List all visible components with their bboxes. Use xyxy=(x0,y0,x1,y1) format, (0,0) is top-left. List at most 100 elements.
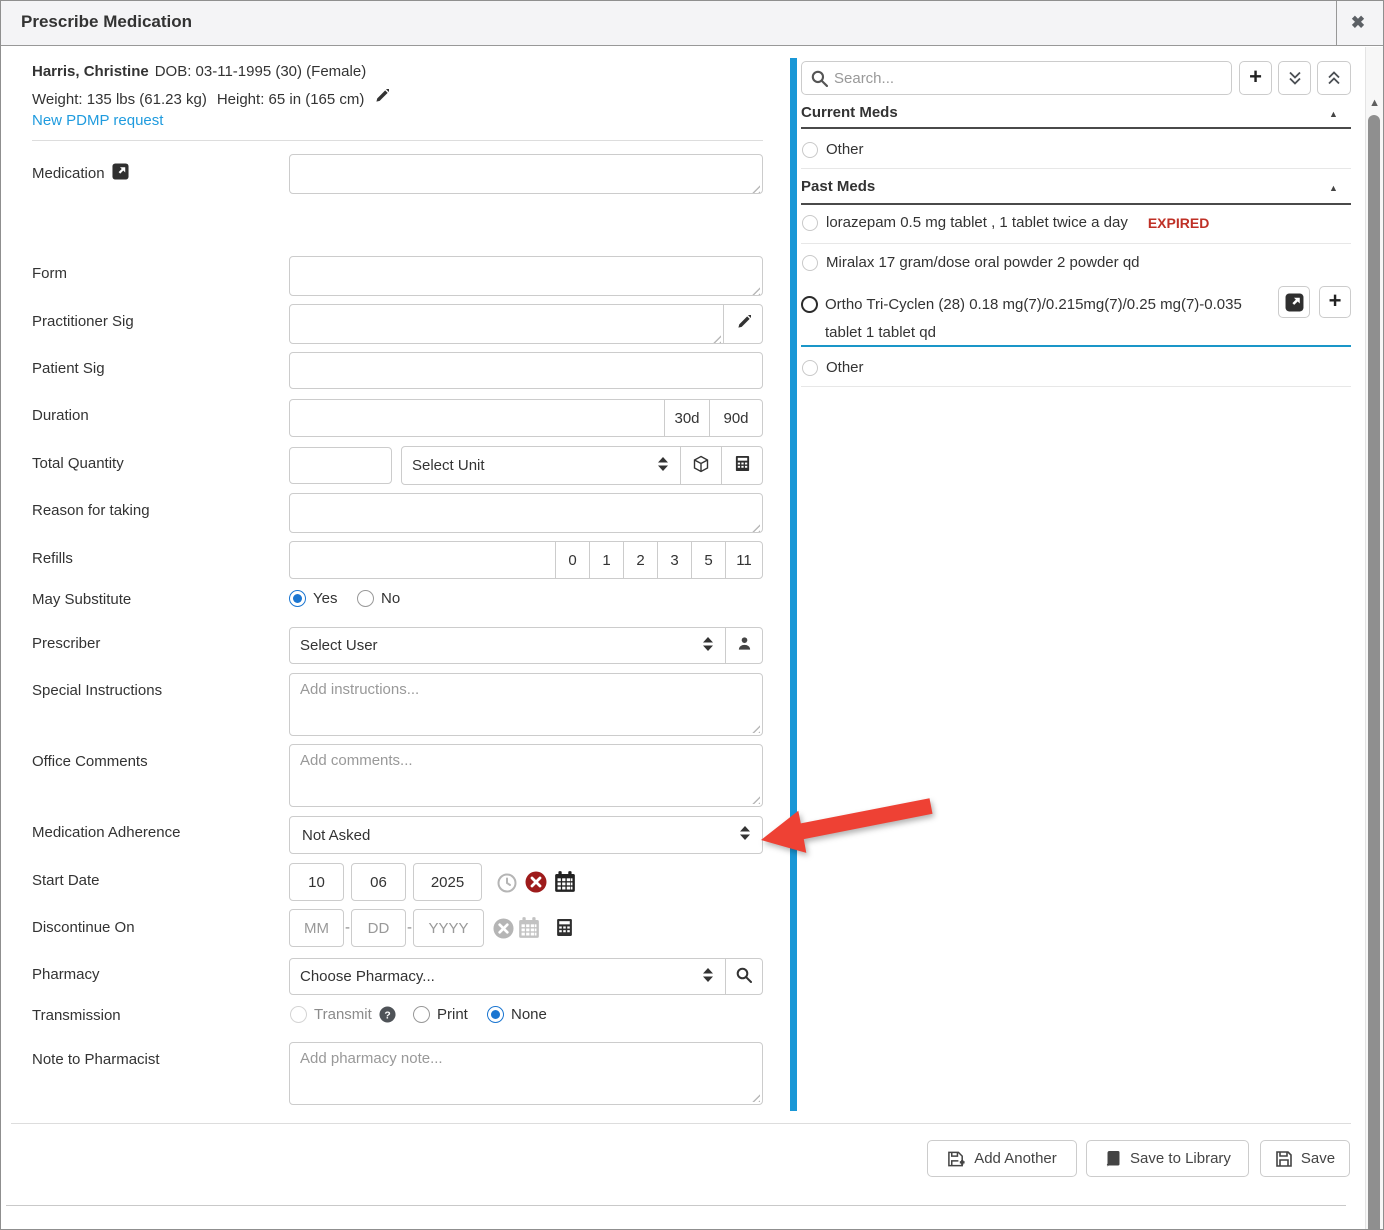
current-med-row-other[interactable]: Other xyxy=(802,141,864,158)
start-date-label: Start Date xyxy=(32,872,100,889)
refill-11-button[interactable]: 11 xyxy=(725,541,763,579)
medication-input[interactable] xyxy=(289,154,763,194)
past-med-row-miralax[interactable]: Miralax 17 gram/dose oral powder 2 powde… xyxy=(802,254,1140,271)
quantity-calculator-button[interactable] xyxy=(721,446,763,485)
duration-90d-button[interactable]: 90d xyxy=(709,399,763,437)
past-med-row-other[interactable]: Other xyxy=(802,359,864,376)
discontinue-month-input[interactable] xyxy=(289,909,344,947)
start-date-clear-icon[interactable] xyxy=(525,871,547,898)
discontinue-calendar-icon[interactable] xyxy=(518,916,540,944)
total-quantity-input[interactable] xyxy=(289,447,392,484)
print-label: Print xyxy=(437,1006,468,1023)
prescriber-select[interactable]: Select User xyxy=(289,627,726,664)
duration-input[interactable] xyxy=(289,399,665,437)
patient-summary: Harris, Christine DOB: 03-11-1995 (30) (… xyxy=(32,63,366,80)
add-another-button[interactable]: Add Another xyxy=(927,1140,1077,1177)
substitute-no-radio[interactable] xyxy=(357,590,374,607)
substitute-yes-radio[interactable] xyxy=(289,590,306,607)
prescriber-select-value: Select User xyxy=(300,637,701,654)
med-label: Other xyxy=(826,359,864,376)
bottom-divider xyxy=(6,1205,1346,1206)
patient-sig-input[interactable] xyxy=(289,352,763,389)
meds-search-input[interactable] xyxy=(834,70,1231,87)
save-icon xyxy=(1275,1150,1293,1168)
start-date-day-input[interactable] xyxy=(351,863,406,901)
svg-text:?: ? xyxy=(384,1010,390,1021)
edit-vitals-pencil-icon[interactable] xyxy=(374,89,389,109)
double-chevron-up-icon xyxy=(1326,70,1342,86)
discontinue-day-input[interactable] xyxy=(351,909,406,947)
refill-1-button[interactable]: 1 xyxy=(589,541,624,579)
collapse-caret-icon[interactable]: ▲ xyxy=(1329,183,1338,193)
duration-30d-button[interactable]: 30d xyxy=(664,399,710,437)
duration-calculator-icon[interactable] xyxy=(555,918,574,942)
reason-input[interactable] xyxy=(289,493,763,533)
med-radio-selected[interactable] xyxy=(801,296,818,313)
practitioner-sig-input[interactable] xyxy=(289,304,724,344)
meds-search-box[interactable] xyxy=(801,61,1232,95)
close-icon[interactable]: ✖ xyxy=(1345,10,1371,36)
none-radio[interactable] xyxy=(487,1006,504,1023)
medication-adherence-select[interactable]: Not Asked xyxy=(289,816,763,854)
med-detail-button[interactable] xyxy=(1278,286,1310,318)
past-med-row-lorazepam[interactable]: lorazepam 0.5 mg tablet , 1 tablet twice… xyxy=(802,214,1209,231)
special-instructions-input[interactable] xyxy=(289,673,763,736)
refill-3-button[interactable]: 3 xyxy=(657,541,692,579)
scrollbar-thumb[interactable] xyxy=(1368,115,1380,1230)
patient-divider xyxy=(32,140,763,141)
unit-select[interactable]: Select Unit xyxy=(401,446,681,485)
add-med-button[interactable]: + xyxy=(1239,61,1272,95)
start-date-year-input[interactable] xyxy=(413,863,482,901)
start-date-calendar-icon[interactable] xyxy=(554,870,576,898)
footer-divider xyxy=(11,1123,1351,1124)
refill-0-button[interactable]: 0 xyxy=(555,541,590,579)
pharmacy-note-input[interactable] xyxy=(289,1042,763,1105)
total-quantity-label: Total Quantity xyxy=(32,455,124,472)
med-radio[interactable] xyxy=(802,142,818,158)
refills-input[interactable] xyxy=(289,541,556,579)
save-button[interactable]: Save xyxy=(1260,1140,1350,1177)
form-input[interactable] xyxy=(289,256,763,296)
scroll-up-icon[interactable]: ▲ xyxy=(1369,97,1380,109)
save-to-library-label: Save to Library xyxy=(1130,1150,1231,1167)
print-radio[interactable] xyxy=(413,1006,430,1023)
pharmacy-select[interactable]: Choose Pharmacy... xyxy=(289,958,726,995)
pharmacy-search-button[interactable] xyxy=(725,958,763,995)
med-label: lorazepam 0.5 mg tablet , 1 tablet twice… xyxy=(826,214,1128,231)
start-date-clock-icon[interactable] xyxy=(497,873,517,898)
package-lookup-button[interactable] xyxy=(680,446,722,485)
medication-label: Medication xyxy=(32,165,105,182)
discontinue-label: Discontinue On xyxy=(32,919,135,936)
refill-5-button[interactable]: 5 xyxy=(691,541,726,579)
prescriber-user-button[interactable] xyxy=(725,627,763,664)
start-date-month-input[interactable] xyxy=(289,863,344,901)
med-add-button[interactable]: + xyxy=(1319,286,1351,318)
medication-external-link-icon[interactable] xyxy=(112,163,129,184)
discontinue-clear-icon[interactable] xyxy=(493,918,514,944)
save-to-library-button[interactable]: Save to Library xyxy=(1086,1140,1249,1177)
row-divider xyxy=(801,168,1351,169)
patient-sig-label: Patient Sig xyxy=(32,360,105,377)
collapse-all-button[interactable] xyxy=(1278,61,1311,95)
expand-all-button[interactable] xyxy=(1317,61,1351,95)
med-radio[interactable] xyxy=(802,215,818,231)
office-comments-input[interactable] xyxy=(289,744,763,807)
past-meds-title: Past Meds xyxy=(801,178,875,195)
med-radio[interactable] xyxy=(802,255,818,271)
save-label: Save xyxy=(1301,1150,1335,1167)
calculator-icon xyxy=(734,455,751,476)
collapse-caret-icon[interactable]: ▲ xyxy=(1329,109,1338,119)
transmit-radio[interactable] xyxy=(290,1006,307,1023)
transmit-help-icon[interactable]: ? xyxy=(379,1006,396,1023)
med-label: Other xyxy=(826,141,864,158)
practitioner-sig-edit-button[interactable] xyxy=(723,304,763,344)
transmit-label: Transmit xyxy=(314,1006,372,1023)
new-pdmp-request-link[interactable]: New PDMP request xyxy=(32,112,163,129)
scrollbar-track[interactable]: ▲ ▼ xyxy=(1365,47,1383,1230)
refill-2-button[interactable]: 2 xyxy=(623,541,658,579)
special-instructions-label: Special Instructions xyxy=(32,682,162,699)
selected-row-underline xyxy=(801,345,1351,347)
past-med-row-ortho[interactable]: Ortho Tri-Cyclen (28) 0.18 mg(7)/0.215mg… xyxy=(801,291,1273,347)
med-radio[interactable] xyxy=(802,360,818,376)
discontinue-year-input[interactable] xyxy=(413,909,484,947)
